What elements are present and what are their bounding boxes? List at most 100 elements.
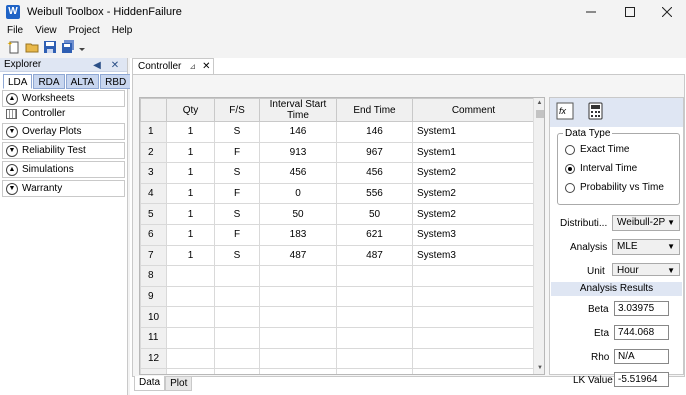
end-time-cell[interactable] xyxy=(336,306,413,328)
comment-cell[interactable]: System1 xyxy=(412,121,535,143)
start-time-cell[interactable] xyxy=(259,306,337,328)
start-time-cell[interactable] xyxy=(259,347,337,370)
comment-cell[interactable]: System3 xyxy=(412,223,535,246)
start-time-cell[interactable]: 487 xyxy=(259,244,337,267)
tab-rbd[interactable]: RBD xyxy=(100,74,132,89)
row-number-cell[interactable]: 8 xyxy=(140,265,167,287)
start-time-cell[interactable]: 50 xyxy=(259,203,337,225)
table-row[interactable]: 7 1 S 487 487 System3 xyxy=(140,244,535,267)
comment-cell[interactable]: System2 xyxy=(412,203,535,225)
maximize-button[interactable] xyxy=(611,0,649,23)
scroll-up-icon[interactable]: ▲ xyxy=(534,98,544,109)
table-row[interactable]: 5 1 S 50 50 System2 xyxy=(140,203,535,225)
toolbar-overflow-button[interactable] xyxy=(78,40,86,55)
fs-cell[interactable]: F xyxy=(214,141,260,164)
row-number-cell[interactable]: 7 xyxy=(140,244,167,267)
qty-cell[interactable] xyxy=(166,285,215,308)
save-all-button[interactable] xyxy=(60,40,75,55)
close-tab-button[interactable]: ✕ xyxy=(202,61,210,72)
table-row[interactable]: 13 xyxy=(140,368,535,374)
fs-cell[interactable]: S xyxy=(214,203,260,225)
row-number-cell[interactable]: 9 xyxy=(140,285,167,308)
row-number-cell[interactable]: 5 xyxy=(140,203,167,225)
table-row[interactable]: 11 xyxy=(140,326,535,349)
fs-cell[interactable]: S xyxy=(214,162,260,184)
comment-cell[interactable]: System2 xyxy=(412,182,535,205)
column-header-qty[interactable]: Qty xyxy=(166,98,215,122)
tab-data[interactable]: Data xyxy=(134,376,166,391)
start-time-cell[interactable] xyxy=(259,326,337,349)
unit-select[interactable]: Hour ▼ xyxy=(612,263,680,276)
calculator-button[interactable] xyxy=(588,102,604,123)
eta-field[interactable]: 744.068 xyxy=(614,325,669,340)
tree-item-overlay-plots[interactable]: ▼ Overlay Plots xyxy=(2,123,125,140)
radio-button[interactable] xyxy=(565,144,575,155)
beta-field[interactable]: 3.03975 xyxy=(614,301,669,316)
comment-cell[interactable]: System2 xyxy=(412,162,535,184)
table-row[interactable]: 3 1 S 456 456 System2 xyxy=(140,162,535,184)
table-row[interactable]: 2 1 F 913 967 System1 xyxy=(140,141,535,164)
comment-cell[interactable] xyxy=(412,306,535,328)
qty-cell[interactable]: 1 xyxy=(166,244,215,267)
end-time-cell[interactable] xyxy=(336,326,413,349)
row-number-cell[interactable]: 1 xyxy=(140,121,167,143)
row-number-cell[interactable]: 11 xyxy=(140,326,167,349)
end-time-cell[interactable] xyxy=(336,285,413,308)
save-button[interactable] xyxy=(42,40,57,55)
distribution-select[interactable]: Weibull-2P ▼ xyxy=(612,215,680,231)
qty-cell[interactable]: 1 xyxy=(166,162,215,184)
comment-cell[interactable] xyxy=(412,347,535,370)
fs-cell[interactable] xyxy=(214,265,260,287)
menu-project[interactable]: Project xyxy=(63,25,106,36)
table-row[interactable]: 4 1 F 0 556 System2 xyxy=(140,182,535,205)
row-number-cell[interactable]: 4 xyxy=(140,182,167,205)
table-row[interactable]: 6 1 F 183 621 System3 xyxy=(140,223,535,246)
close-window-button[interactable] xyxy=(648,0,686,23)
pin-icon[interactable]: ⊿ xyxy=(189,62,196,71)
start-time-cell[interactable] xyxy=(259,265,337,287)
comment-cell[interactable]: System1 xyxy=(412,141,535,164)
table-row[interactable]: 8 xyxy=(140,265,535,287)
scroll-down-icon[interactable]: ▼ xyxy=(534,363,544,374)
radio-exact-time[interactable]: Exact Time xyxy=(565,144,629,155)
fs-cell[interactable]: F xyxy=(214,223,260,246)
end-time-cell[interactable]: 487 xyxy=(336,244,413,267)
qty-cell[interactable]: 1 xyxy=(166,182,215,205)
open-button[interactable] xyxy=(24,40,39,55)
row-number-cell[interactable]: 6 xyxy=(140,223,167,246)
qty-cell[interactable] xyxy=(166,306,215,328)
end-time-cell[interactable]: 556 xyxy=(336,182,413,205)
radio-probability-vs-time[interactable]: Probability vs Time xyxy=(565,182,664,193)
grid-vertical-scrollbar[interactable]: ▲ ▼ xyxy=(533,98,544,374)
qty-cell[interactable]: 1 xyxy=(166,203,215,225)
fs-cell[interactable]: S xyxy=(214,121,260,143)
comment-cell[interactable] xyxy=(412,368,535,374)
start-time-cell[interactable]: 456 xyxy=(259,162,337,184)
minimize-button[interactable] xyxy=(572,0,610,23)
start-time-cell[interactable]: 913 xyxy=(259,141,337,164)
row-number-cell[interactable]: 2 xyxy=(140,141,167,164)
qty-cell[interactable]: 1 xyxy=(166,121,215,143)
row-number-cell[interactable]: 13 xyxy=(140,368,167,374)
start-time-cell[interactable]: 0 xyxy=(259,182,337,205)
collapse-explorer-button[interactable]: ◀ xyxy=(90,58,104,72)
tab-plot[interactable]: Plot xyxy=(165,376,193,391)
qty-cell[interactable]: 1 xyxy=(166,223,215,246)
menu-view[interactable]: View xyxy=(29,25,63,36)
start-time-cell[interactable]: 146 xyxy=(259,121,337,143)
column-header-comment[interactable]: Comment xyxy=(412,98,535,122)
comment-cell[interactable] xyxy=(412,326,535,349)
column-header-end-time[interactable]: End Time xyxy=(336,98,413,122)
tab-alta[interactable]: ALTA xyxy=(65,74,100,89)
row-number-cell[interactable]: 12 xyxy=(140,347,167,370)
end-time-cell[interactable] xyxy=(336,368,413,374)
radio-button[interactable] xyxy=(565,182,575,193)
qty-cell[interactable] xyxy=(166,347,215,370)
rho-field[interactable]: N/A xyxy=(614,349,669,364)
tree-item-worksheets[interactable]: ▲ Worksheets xyxy=(2,90,125,107)
menu-help[interactable]: Help xyxy=(106,25,139,36)
qty-cell[interactable] xyxy=(166,326,215,349)
radio-interval-time[interactable]: Interval Time xyxy=(565,163,637,174)
tab-controller[interactable]: Controller ⊿ ✕ xyxy=(132,58,214,74)
fs-cell[interactable] xyxy=(214,326,260,349)
